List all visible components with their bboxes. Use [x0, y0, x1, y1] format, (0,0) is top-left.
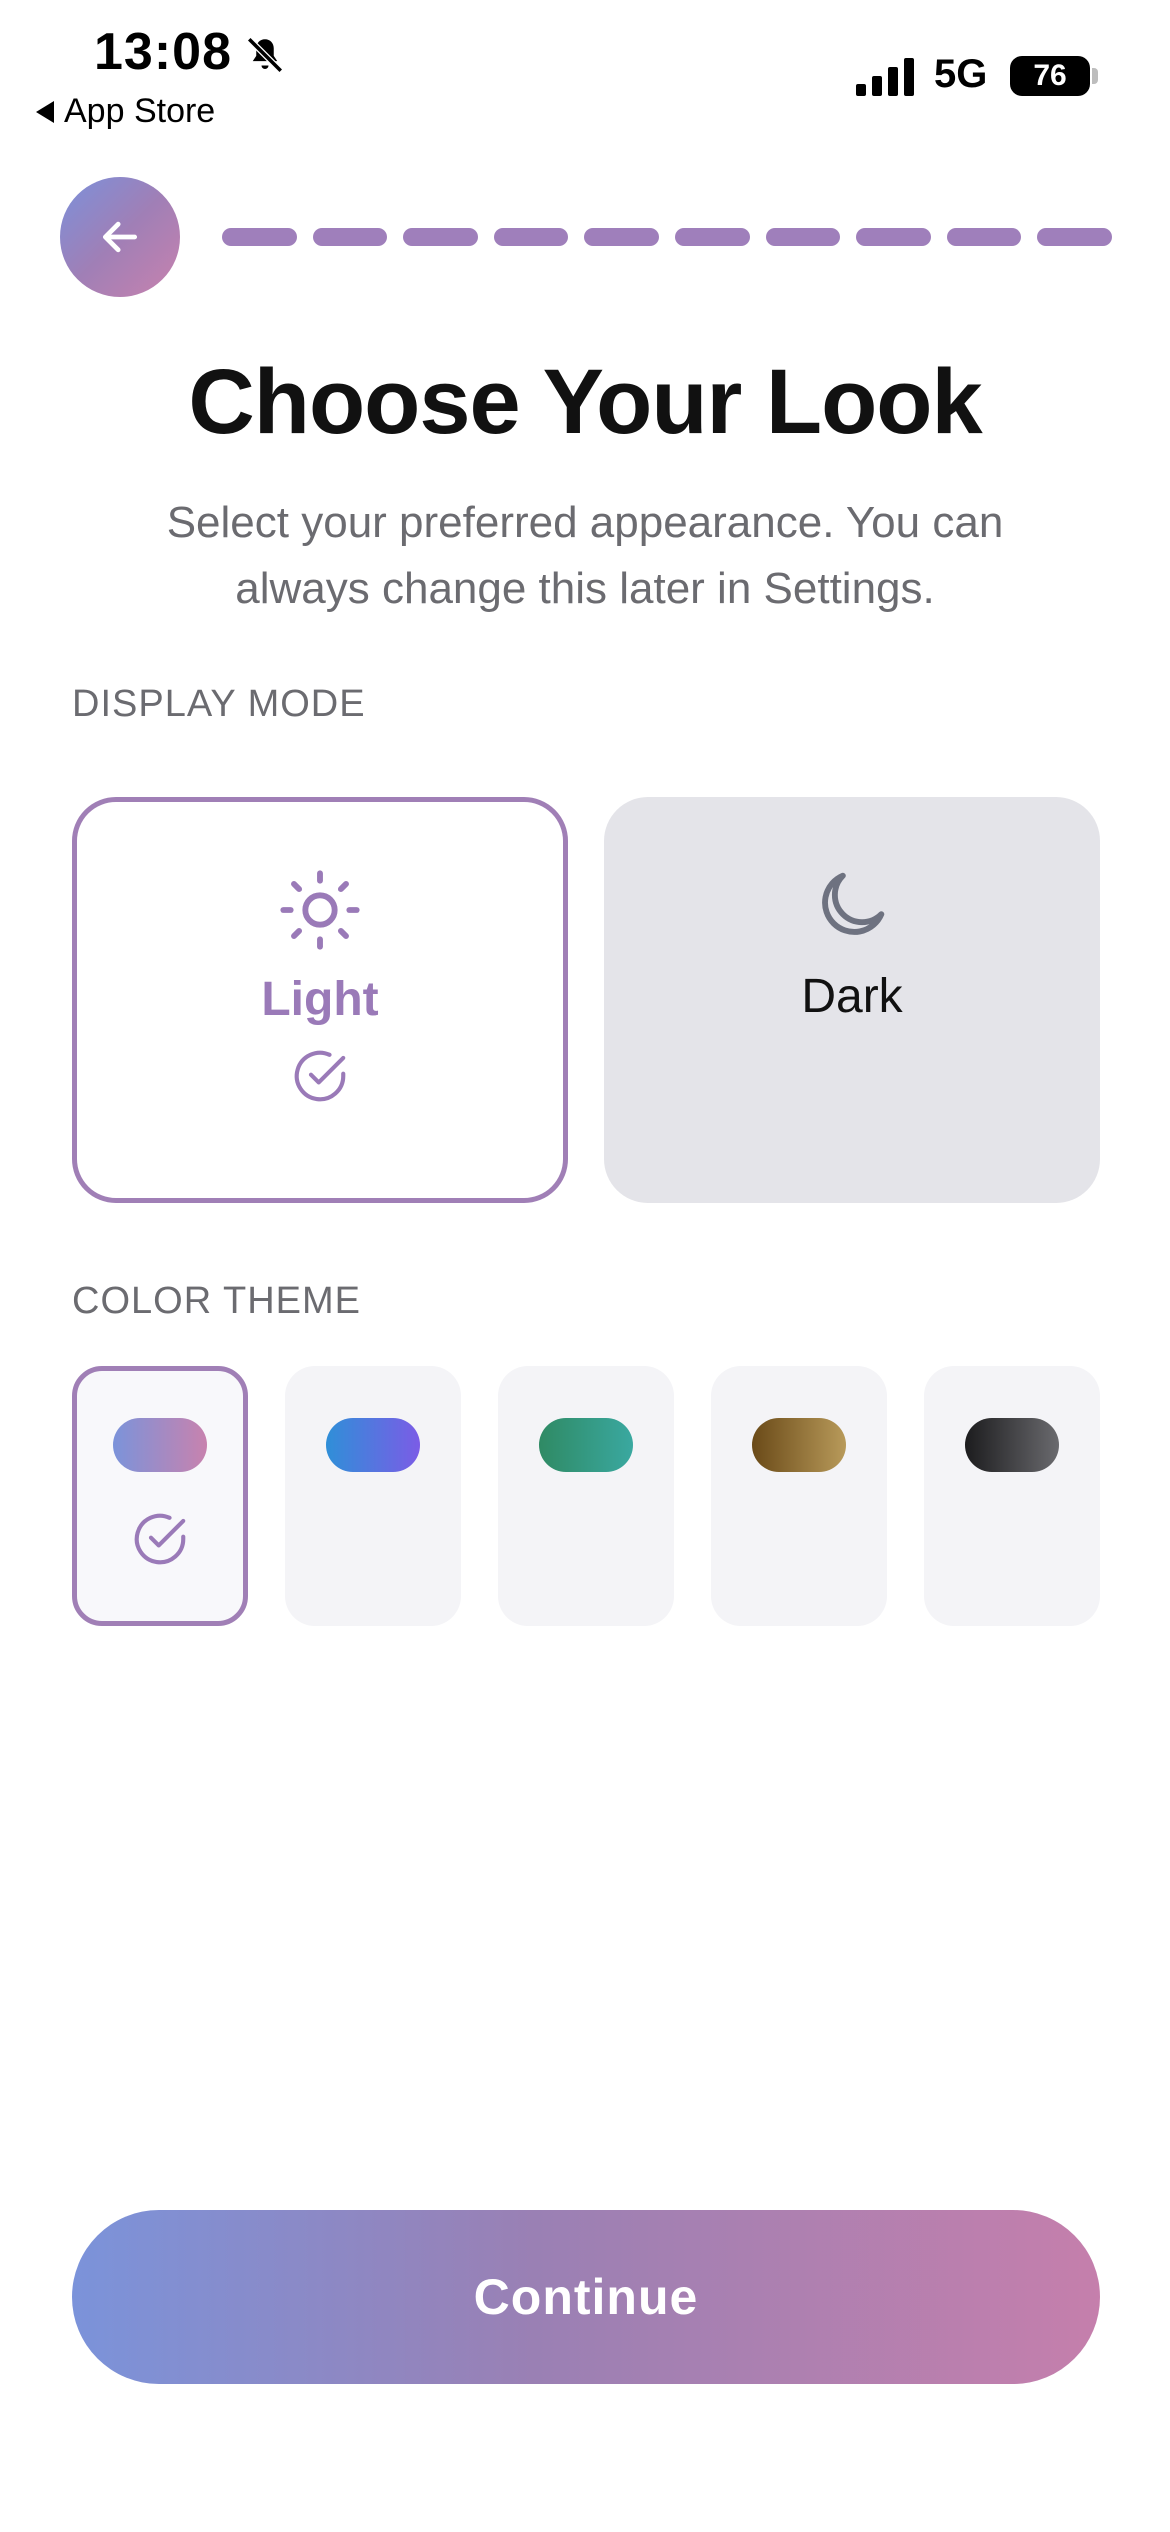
progress-segment	[312, 228, 388, 246]
progress-segment	[493, 228, 569, 246]
theme-swatch	[752, 1418, 846, 1472]
moon-icon	[822, 872, 885, 935]
network-type: 5G	[934, 52, 988, 96]
progress-segment	[946, 228, 1022, 246]
back-to-app-link[interactable]: App Store	[36, 92, 215, 131]
progress-segment	[584, 228, 659, 246]
dark-mode-label: Dark	[801, 970, 903, 1023]
back-triangle-icon	[36, 100, 54, 123]
dark-mode-option[interactable]: Dark	[604, 797, 1100, 1203]
page-subtitle: Select your preferred appearance. You ca…	[166, 498, 1004, 613]
onboarding-progress-bar	[222, 228, 1112, 246]
sun-icon	[280, 870, 360, 950]
back-app-label: App Store	[64, 92, 216, 130]
continue-button[interactable]: Continue	[72, 2210, 1100, 2384]
color-theme-section-label: COLOR THEME	[72, 1280, 362, 1322]
cellular-signal-icon	[856, 58, 914, 96]
color-theme-option[interactable]	[924, 1366, 1100, 1626]
battery-indicator: 76	[1010, 56, 1090, 96]
battery-tip	[1092, 68, 1098, 84]
light-mode-label: Light	[261, 973, 379, 1026]
color-theme-option[interactable]	[711, 1366, 887, 1626]
bell-slash-icon	[247, 37, 283, 73]
progress-segment	[856, 228, 931, 246]
theme-swatch	[539, 1418, 633, 1472]
check-circle-icon	[294, 1050, 346, 1102]
theme-swatch	[113, 1418, 207, 1472]
color-theme-option[interactable]	[285, 1366, 461, 1626]
display-mode-section-label: DISPLAY MODE	[72, 683, 366, 725]
check-circle-icon	[134, 1513, 186, 1565]
theme-swatch	[326, 1418, 420, 1472]
progress-segment	[222, 228, 297, 246]
progress-segment	[403, 228, 478, 246]
back-button[interactable]	[60, 177, 180, 297]
progress-segment	[674, 228, 750, 246]
color-theme-option[interactable]	[498, 1366, 674, 1626]
theme-swatch	[965, 1418, 1059, 1472]
page-title: Choose Your Look	[188, 351, 982, 453]
arrow-left-icon	[102, 221, 138, 253]
status-time: 13:08	[94, 23, 232, 81]
progress-segment	[765, 228, 841, 246]
progress-segment	[1037, 228, 1112, 246]
color-theme-option[interactable]	[72, 1366, 248, 1626]
light-mode-option[interactable]: Light	[72, 797, 568, 1203]
